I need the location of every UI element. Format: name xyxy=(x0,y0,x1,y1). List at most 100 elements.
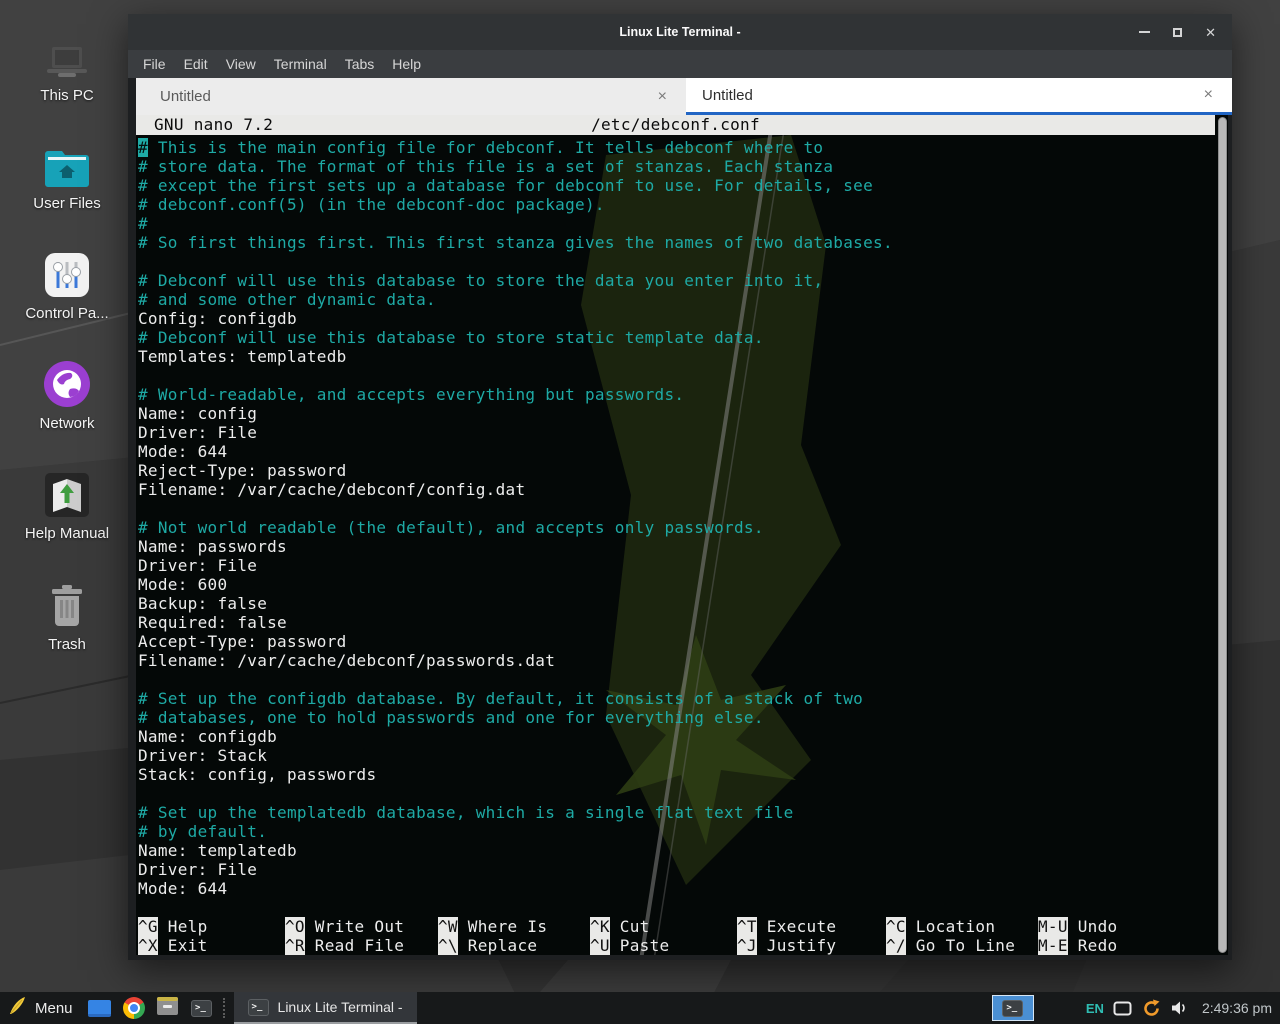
nano-text-line: Reject-Type: password xyxy=(136,461,1228,480)
laptop-icon xyxy=(42,26,92,80)
nano-shortcut-label: Cut xyxy=(610,917,650,936)
nano-shortcut-label: Go To Line xyxy=(906,936,1015,955)
nano-shortcut-key: ^C xyxy=(886,917,906,936)
nano-shortcut: M-U Undo xyxy=(1038,917,1215,936)
nano-text-line: Name: passwords xyxy=(136,537,1228,556)
nano-shortcut-key: ^/ xyxy=(886,936,906,955)
nano-buffer: # This is the main config file for debco… xyxy=(136,138,1228,898)
tab-untitled-1[interactable]: Untitled × xyxy=(136,78,686,115)
nano-shortcut: ^C Location xyxy=(886,917,1038,936)
nano-shortcut-label: Location xyxy=(906,917,995,936)
terminal-scrollbar[interactable] xyxy=(1218,117,1227,953)
window-titlebar[interactable]: Linux Lite Terminal - ✕ xyxy=(128,14,1232,50)
desktop-icon-label: Help Manual xyxy=(25,525,109,542)
menu-view[interactable]: View xyxy=(226,54,256,74)
menu-edit[interactable]: Edit xyxy=(184,54,208,74)
nano-text-line: Driver: Stack xyxy=(136,746,1228,765)
show-desktop-button[interactable] xyxy=(86,994,114,1022)
desktop-icon-user-files[interactable]: User Files xyxy=(0,134,134,212)
system-tray: EN 2:49:36 pm xyxy=(1086,998,1272,1019)
nano-shortcut: ^U Paste xyxy=(590,936,737,955)
terminal-icon: >_ xyxy=(191,1000,212,1017)
nano-text-line: Driver: File xyxy=(136,860,1228,879)
nano-shortcut-label: Redo xyxy=(1068,936,1118,955)
nano-text-line: Mode: 600 xyxy=(136,575,1228,594)
window-preview-button[interactable]: >_ xyxy=(992,995,1034,1021)
nano-text-line: Name: templatedb xyxy=(136,841,1228,860)
maximize-button[interactable] xyxy=(1173,28,1182,37)
terminal-launcher[interactable]: >_ xyxy=(188,994,216,1022)
menu-bar: File Edit View Terminal Tabs Help xyxy=(128,50,1232,78)
volume-icon[interactable] xyxy=(1171,1000,1188,1016)
menu-tabs[interactable]: Tabs xyxy=(345,54,375,74)
display-icon[interactable] xyxy=(1113,1001,1132,1016)
keyboard-layout-indicator[interactable]: EN xyxy=(1086,1001,1104,1016)
nano-cursor: # xyxy=(138,138,148,157)
terminal-icon: >_ xyxy=(1002,1000,1023,1017)
tab-label: Untitled xyxy=(686,87,753,104)
chrome-launcher[interactable] xyxy=(120,994,148,1022)
nano-text-line: # World-readable, and accepts everything… xyxy=(136,385,1228,404)
terminal-screen[interactable]: GNU nano 7.2 /etc/debconf.conf # This is… xyxy=(136,115,1228,955)
nano-shortcut-key: ^R xyxy=(285,936,305,955)
nano-text-line: # databases, one to hold passwords and o… xyxy=(136,708,1228,727)
nano-text-line: # So first things first. This first stan… xyxy=(136,233,1228,252)
update-manager-icon[interactable] xyxy=(1141,998,1162,1019)
nano-text-line: # Debconf will use this database to stor… xyxy=(136,271,1228,290)
nano-shortcut-key: ^G xyxy=(138,917,158,936)
menu-help[interactable]: Help xyxy=(392,54,421,74)
taskbar: Menu >_ >_ Linux Lite Terminal - xyxy=(0,992,1280,1024)
nano-text-line: Backup: false xyxy=(136,594,1228,613)
desktop-icon-this-pc[interactable]: This PC xyxy=(0,26,134,104)
nano-text-line xyxy=(136,784,1228,803)
desktop-icon-network[interactable]: Network xyxy=(0,354,134,432)
nano-text-line: Accept-Type: password xyxy=(136,632,1228,651)
nano-text-line: # store data. The format of this file is… xyxy=(136,157,1228,176)
file-manager-launcher[interactable] xyxy=(154,994,182,1022)
desktop: This PC User Files xyxy=(0,0,1280,1024)
nano-shortcut-label: Replace xyxy=(458,936,537,955)
nano-text-line: Filename: /var/cache/debconf/passwords.d… xyxy=(136,651,1228,670)
nano-shortcut: ^R Read File xyxy=(285,936,438,955)
start-menu-button[interactable]: Menu xyxy=(4,992,83,1024)
nano-text-line: Filename: /var/cache/debconf/config.dat xyxy=(136,480,1228,499)
window-title: Linux Lite Terminal - xyxy=(128,14,1232,50)
nano-shortcut-key: M-E xyxy=(1038,936,1068,955)
tab-close-icon[interactable]: × xyxy=(1185,86,1232,104)
desktop-icon-label: This PC xyxy=(40,87,93,104)
nano-shortcut: ^G Help xyxy=(138,917,285,936)
tab-untitled-2[interactable]: Untitled × xyxy=(686,78,1232,115)
nano-text-line: Mode: 644 xyxy=(136,879,1228,898)
nano-shortcut-key: ^W xyxy=(438,917,458,936)
desktop-icon-label: Trash xyxy=(48,636,86,653)
clock: 2:49:36 pm xyxy=(1202,1000,1272,1016)
task-button-terminal[interactable]: >_ Linux Lite Terminal - xyxy=(234,992,417,1024)
nano-shortcut: M-E Redo xyxy=(1038,936,1215,955)
tab-close-icon[interactable]: × xyxy=(639,88,686,106)
nano-text-line xyxy=(136,252,1228,271)
nano-shortcut: ^W Where Is xyxy=(438,917,590,936)
nano-text-line xyxy=(136,499,1228,518)
nano-shortcut: ^\ Replace xyxy=(438,936,590,955)
nano-shortcut-label: Paste xyxy=(610,936,670,955)
file-manager-icon xyxy=(156,996,179,1021)
menu-file[interactable]: File xyxy=(143,54,166,74)
nano-shortcut-key: M-U xyxy=(1038,917,1068,936)
nano-shortcut-label: Where Is xyxy=(458,917,547,936)
nano-filename: /etc/debconf.conf xyxy=(136,115,1215,135)
nano-text-line: Stack: config, passwords xyxy=(136,765,1228,784)
trash-icon xyxy=(46,575,88,629)
minimize-button[interactable] xyxy=(1139,31,1150,33)
nano-text-line: Required: false xyxy=(136,613,1228,632)
close-button[interactable]: ✕ xyxy=(1205,26,1216,39)
nano-text-line: Templates: templatedb xyxy=(136,347,1228,366)
desktop-icon-help-manual[interactable]: Help Manual xyxy=(0,464,134,542)
nano-text-line: # by default. xyxy=(136,822,1228,841)
nano-text-line: Driver: File xyxy=(136,423,1228,442)
menu-terminal[interactable]: Terminal xyxy=(274,54,327,74)
desktop-icon-control-panel[interactable]: Control Pa... xyxy=(0,244,134,322)
desktop-icon-trash[interactable]: Trash xyxy=(0,575,134,653)
nano-shortcut-label: Justify xyxy=(757,936,836,955)
terminal-window: Linux Lite Terminal - ✕ File Edit View T… xyxy=(128,14,1232,960)
nano-shortcut: ^K Cut xyxy=(590,917,737,936)
